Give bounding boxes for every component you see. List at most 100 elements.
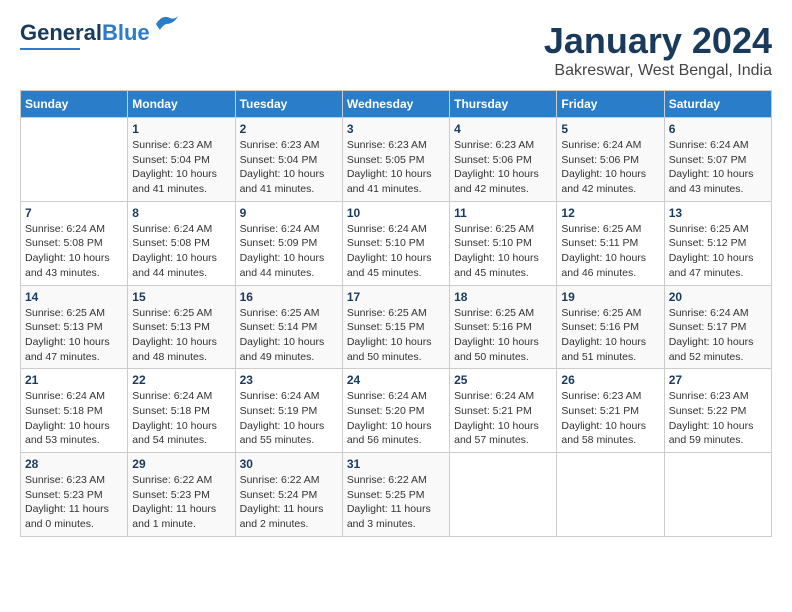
day-info: Sunrise: 6:23 AMSunset: 5:23 PMDaylight:… xyxy=(25,473,123,532)
day-number: 31 xyxy=(347,457,445,471)
day-number: 18 xyxy=(454,290,552,304)
calendar-cell: 10Sunrise: 6:24 AMSunset: 5:10 PMDayligh… xyxy=(342,201,449,285)
logo: GeneralBlue xyxy=(20,20,150,50)
day-number: 23 xyxy=(240,373,338,387)
logo-general: General xyxy=(20,20,102,45)
day-info: Sunrise: 6:25 AMSunset: 5:12 PMDaylight:… xyxy=(669,222,767,281)
day-info: Sunrise: 6:25 AMSunset: 5:13 PMDaylight:… xyxy=(25,306,123,365)
calendar-cell: 5 Sunrise: 6:24 AMSunset: 5:06 PMDaylight… xyxy=(557,118,664,202)
calendar-cell xyxy=(450,453,557,537)
weekday-header-tuesday: Tuesday xyxy=(235,91,342,118)
calendar-cell: 11Sunrise: 6:25 AMSunset: 5:10 PMDayligh… xyxy=(450,201,557,285)
weekday-header-sunday: Sunday xyxy=(21,91,128,118)
calendar-cell: 7 Sunrise: 6:24 AMSunset: 5:08 PMDaylight… xyxy=(21,201,128,285)
day-info: Sunrise: 6:24 AMSunset: 5:18 PMDaylight:… xyxy=(25,389,123,448)
calendar-cell xyxy=(21,118,128,202)
day-number: 22 xyxy=(132,373,230,387)
location: Bakreswar, West Bengal, India xyxy=(544,62,772,80)
month-title: January 2024 xyxy=(544,20,772,62)
day-info: Sunrise: 6:23 AMSunset: 5:04 PMDaylight:… xyxy=(240,138,338,197)
day-info: Sunrise: 6:24 AMSunset: 5:07 PMDaylight:… xyxy=(669,138,767,197)
day-number: 12 xyxy=(561,206,659,220)
calendar-cell: 15 Sunrise: 6:25 AMSunset: 5:13 PMDayligh… xyxy=(128,285,235,369)
calendar-cell: 6 Sunrise: 6:24 AMSunset: 5:07 PMDaylight… xyxy=(664,118,771,202)
day-number: 27 xyxy=(669,373,767,387)
day-info: Sunrise: 6:24 AMSunset: 5:21 PMDaylight:… xyxy=(454,389,552,448)
day-number: 5 xyxy=(561,122,659,136)
weekday-header-row: SundayMondayTuesdayWednesdayThursdayFrid… xyxy=(21,91,772,118)
day-number: 19 xyxy=(561,290,659,304)
day-number: 16 xyxy=(240,290,338,304)
calendar-cell: 8 Sunrise: 6:24 AMSunset: 5:08 PMDaylight… xyxy=(128,201,235,285)
day-number: 9 xyxy=(240,206,338,220)
calendar-cell xyxy=(664,453,771,537)
day-info: Sunrise: 6:25 AMSunset: 5:16 PMDaylight:… xyxy=(454,306,552,365)
day-number: 2 xyxy=(240,122,338,136)
day-number: 8 xyxy=(132,206,230,220)
calendar-week-row: 14Sunrise: 6:25 AMSunset: 5:13 PMDayligh… xyxy=(21,285,772,369)
weekday-header-wednesday: Wednesday xyxy=(342,91,449,118)
calendar-cell: 26Sunrise: 6:23 AMSunset: 5:21 PMDayligh… xyxy=(557,369,664,453)
day-number: 25 xyxy=(454,373,552,387)
day-info: Sunrise: 6:24 AMSunset: 5:08 PMDaylight:… xyxy=(25,222,123,281)
calendar-week-row: 21 Sunrise: 6:24 AMSunset: 5:18 PMDayligh… xyxy=(21,369,772,453)
day-number: 4 xyxy=(454,122,552,136)
day-info: Sunrise: 6:24 AMSunset: 5:09 PMDaylight:… xyxy=(240,222,338,281)
day-number: 28 xyxy=(25,457,123,471)
calendar-cell: 19 Sunrise: 6:25 AMSunset: 5:16 PMDayligh… xyxy=(557,285,664,369)
calendar-cell: 28 Sunrise: 6:23 AMSunset: 5:23 PMDayligh… xyxy=(21,453,128,537)
calendar-cell: 21 Sunrise: 6:24 AMSunset: 5:18 PMDayligh… xyxy=(21,369,128,453)
weekday-header-thursday: Thursday xyxy=(450,91,557,118)
day-number: 10 xyxy=(347,206,445,220)
day-info: Sunrise: 6:22 AMSunset: 5:23 PMDaylight:… xyxy=(132,473,230,532)
calendar-cell: 9 Sunrise: 6:24 AMSunset: 5:09 PMDaylight… xyxy=(235,201,342,285)
calendar-cell: 4 Sunrise: 6:23 AMSunset: 5:06 PMDaylight… xyxy=(450,118,557,202)
day-info: Sunrise: 6:23 AMSunset: 5:05 PMDaylight:… xyxy=(347,138,445,197)
calendar-cell: 3 Sunrise: 6:23 AMSunset: 5:05 PMDaylight… xyxy=(342,118,449,202)
calendar-week-row: 7 Sunrise: 6:24 AMSunset: 5:08 PMDaylight… xyxy=(21,201,772,285)
calendar-cell: 12Sunrise: 6:25 AMSunset: 5:11 PMDayligh… xyxy=(557,201,664,285)
weekday-header-saturday: Saturday xyxy=(664,91,771,118)
day-number: 7 xyxy=(25,206,123,220)
day-number: 21 xyxy=(25,373,123,387)
weekday-header-monday: Monday xyxy=(128,91,235,118)
calendar-cell: 13 Sunrise: 6:25 AMSunset: 5:12 PMDayligh… xyxy=(664,201,771,285)
day-info: Sunrise: 6:23 AMSunset: 5:21 PMDaylight:… xyxy=(561,389,659,448)
calendar-cell: 17Sunrise: 6:25 AMSunset: 5:15 PMDayligh… xyxy=(342,285,449,369)
day-info: Sunrise: 6:25 AMSunset: 5:15 PMDaylight:… xyxy=(347,306,445,365)
calendar-week-row: 1 Sunrise: 6:23 AMSunset: 5:04 PMDaylight… xyxy=(21,118,772,202)
logo-underline xyxy=(20,48,80,50)
day-number: 30 xyxy=(240,457,338,471)
calendar-cell: 25 Sunrise: 6:24 AMSunset: 5:21 PMDayligh… xyxy=(450,369,557,453)
day-info: Sunrise: 6:23 AMSunset: 5:04 PMDaylight:… xyxy=(132,138,230,197)
day-number: 11 xyxy=(454,206,552,220)
calendar-cell: 2 Sunrise: 6:23 AMSunset: 5:04 PMDaylight… xyxy=(235,118,342,202)
page-header: GeneralBlue January 2024 Bakreswar, West… xyxy=(20,20,772,80)
logo-blue-text: Blue xyxy=(102,20,150,45)
calendar-cell: 1 Sunrise: 6:23 AMSunset: 5:04 PMDaylight… xyxy=(128,118,235,202)
calendar-cell: 16Sunrise: 6:25 AMSunset: 5:14 PMDayligh… xyxy=(235,285,342,369)
logo-bird-icon xyxy=(152,12,180,32)
day-number: 1 xyxy=(132,122,230,136)
calendar-cell: 27Sunrise: 6:23 AMSunset: 5:22 PMDayligh… xyxy=(664,369,771,453)
calendar-cell: 20Sunrise: 6:24 AMSunset: 5:17 PMDayligh… xyxy=(664,285,771,369)
day-info: Sunrise: 6:22 AMSunset: 5:25 PMDaylight:… xyxy=(347,473,445,532)
calendar-cell: 30 Sunrise: 6:22 AMSunset: 5:24 PMDayligh… xyxy=(235,453,342,537)
calendar-cell: 23 Sunrise: 6:24 AMSunset: 5:19 PMDayligh… xyxy=(235,369,342,453)
calendar-table: SundayMondayTuesdayWednesdayThursdayFrid… xyxy=(20,90,772,537)
day-info: Sunrise: 6:22 AMSunset: 5:24 PMDaylight:… xyxy=(240,473,338,532)
day-number: 13 xyxy=(669,206,767,220)
calendar-cell: 31 Sunrise: 6:22 AMSunset: 5:25 PMDayligh… xyxy=(342,453,449,537)
day-info: Sunrise: 6:24 AMSunset: 5:06 PMDaylight:… xyxy=(561,138,659,197)
day-info: Sunrise: 6:24 AMSunset: 5:19 PMDaylight:… xyxy=(240,389,338,448)
calendar-cell: 14Sunrise: 6:25 AMSunset: 5:13 PMDayligh… xyxy=(21,285,128,369)
day-info: Sunrise: 6:25 AMSunset: 5:13 PMDaylight:… xyxy=(132,306,230,365)
day-info: Sunrise: 6:23 AMSunset: 5:06 PMDaylight:… xyxy=(454,138,552,197)
day-number: 3 xyxy=(347,122,445,136)
day-info: Sunrise: 6:25 AMSunset: 5:16 PMDaylight:… xyxy=(561,306,659,365)
day-info: Sunrise: 6:24 AMSunset: 5:08 PMDaylight:… xyxy=(132,222,230,281)
day-number: 20 xyxy=(669,290,767,304)
day-number: 6 xyxy=(669,122,767,136)
day-number: 15 xyxy=(132,290,230,304)
calendar-cell xyxy=(557,453,664,537)
